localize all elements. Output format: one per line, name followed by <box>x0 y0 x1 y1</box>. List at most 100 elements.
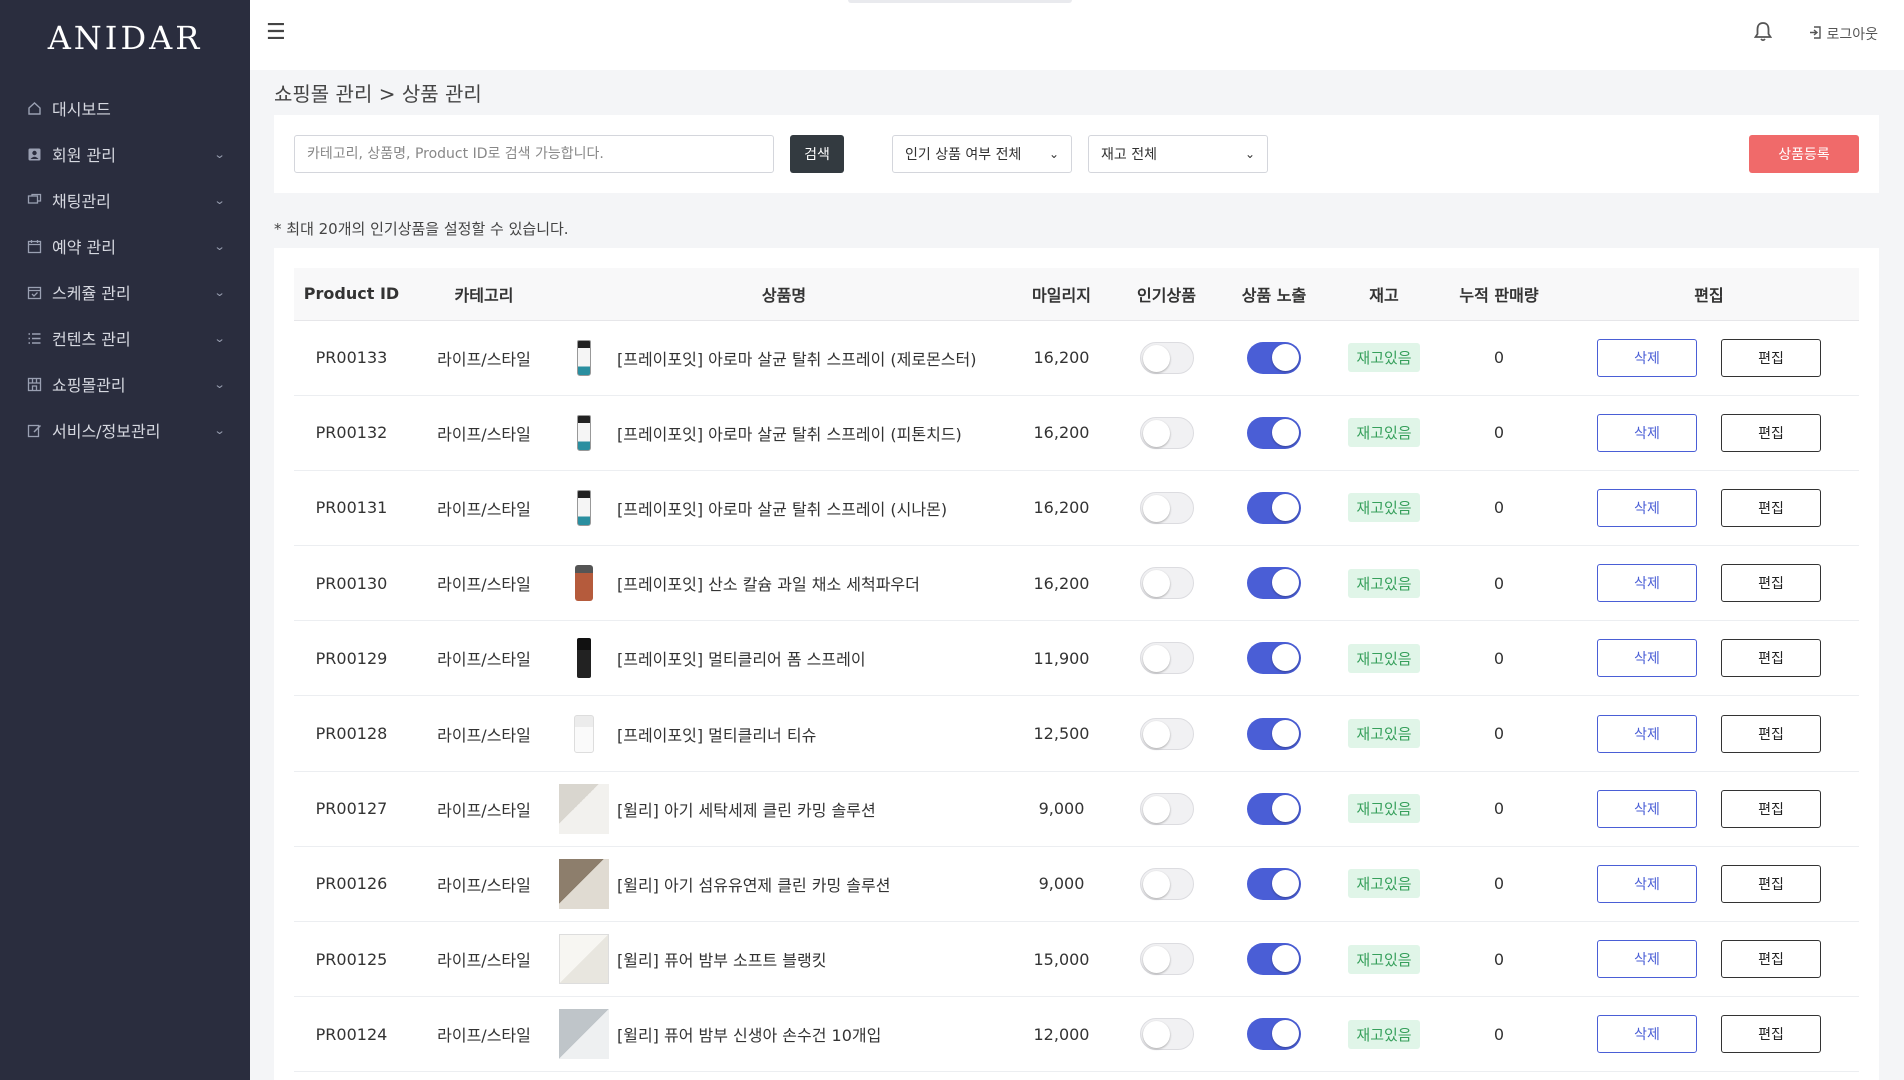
edit-button[interactable]: 편집 <box>1721 639 1821 678</box>
delete-button[interactable]: 삭제 <box>1597 1015 1697 1054</box>
edit-cell: 삭제 편집 <box>1559 620 1859 697</box>
product-name[interactable]: [윌리] 아기 섬유유연제 클린 카밍 솔루션 <box>617 872 890 896</box>
delete-button[interactable]: 삭제 <box>1597 714 1697 753</box>
delete-button[interactable]: 삭제 <box>1597 940 1697 979</box>
edit-button[interactable]: 편집 <box>1721 1015 1821 1054</box>
edit-button[interactable]: 편집 <box>1721 714 1821 753</box>
product-name-cell: [프레이포잇] 아로마 살균 탈취 스프레이 (시나몬) <box>559 470 1009 547</box>
sidebar-item-label: 서비스/정보관리 <box>52 422 161 441</box>
product-mileage: 16,200 <box>1009 320 1114 396</box>
exposure-cell <box>1219 620 1329 697</box>
table-row: PR00131 라이프/스타일 [프레이포잇] 아로마 살균 탈취 스프레이 (시나… <box>294 470 1859 547</box>
chevron-down-icon: ⌄ <box>213 423 226 437</box>
stock-cell: 재고있음 <box>1329 620 1439 697</box>
sidebar-item-members[interactable]: 회원 관리 ⌄ <box>0 131 250 177</box>
popular-cell <box>1114 395 1219 471</box>
exposure-toggle[interactable] <box>1247 1018 1301 1051</box>
edit-button[interactable]: 편집 <box>1721 940 1821 979</box>
sidebar-item-dashboard[interactable]: 대시보드 <box>0 85 250 131</box>
product-id: PR00129 <box>294 620 409 697</box>
filter-card: 검색 인기 상품 여부 전체 ⌄ 재고 전체 ⌄ 상품등록 <box>274 115 1879 193</box>
exposure-toggle[interactable] <box>1247 491 1301 524</box>
popular-toggle[interactable] <box>1139 943 1194 976</box>
edit-cell: 삭제 편집 <box>1559 695 1859 772</box>
product-name[interactable]: [프레이포잇] 멀티클리너 티슈 <box>617 722 816 746</box>
stock-cell: 재고있음 <box>1329 921 1439 998</box>
bell-icon[interactable] <box>1753 22 1773 46</box>
delete-button[interactable]: 삭제 <box>1597 639 1697 678</box>
exposure-toggle[interactable] <box>1247 943 1301 976</box>
product-name[interactable]: [윌리] 퓨어 밤부 소프트 블랭킷 <box>617 947 826 971</box>
delete-button[interactable]: 삭제 <box>1597 338 1697 377</box>
product-name-cell: [프레이포잇] 산소 칼슘 과일 채소 세척파우더 <box>559 545 1009 622</box>
popular-filter-select[interactable]: 인기 상품 여부 전체 ⌄ <box>892 135 1072 173</box>
exposure-toggle[interactable] <box>1247 717 1301 750</box>
delete-button[interactable]: 삭제 <box>1597 564 1697 603</box>
delete-button[interactable]: 삭제 <box>1597 413 1697 452</box>
search-button[interactable]: 검색 <box>790 135 844 173</box>
delete-button[interactable]: 삭제 <box>1597 789 1697 828</box>
sidebar-item-label: 예약 관리 <box>52 238 116 257</box>
sidebar-item-label: 채팅관리 <box>52 192 111 211</box>
exposure-toggle[interactable] <box>1247 416 1301 449</box>
popular-cell <box>1114 771 1219 847</box>
product-name[interactable]: [윌리] 퓨어 밤부 신생아 손수건 10개입 <box>617 1022 881 1046</box>
edit-button[interactable]: 편집 <box>1721 564 1821 603</box>
sidebar-item-schedule[interactable]: 스케쥴 관리 ⌄ <box>0 269 250 315</box>
product-category: 라이프/스타일 <box>409 996 559 1073</box>
product-name[interactable]: [프레이포잇] 아로마 살균 탈취 스프레이 (제로몬스터) <box>617 346 977 370</box>
exposure-toggle[interactable] <box>1247 642 1301 675</box>
exposure-toggle[interactable] <box>1247 792 1301 825</box>
edit-button[interactable]: 편집 <box>1721 789 1821 828</box>
edit-button[interactable]: 편집 <box>1721 488 1821 527</box>
popular-toggle[interactable] <box>1139 642 1194 675</box>
exposure-toggle[interactable] <box>1247 341 1301 374</box>
product-name[interactable]: [프레이포잇] 아로마 살균 탈취 스프레이 (시나몬) <box>617 496 947 520</box>
delete-button[interactable]: 삭제 <box>1597 488 1697 527</box>
popular-toggle[interactable] <box>1139 792 1194 825</box>
popular-toggle[interactable] <box>1139 567 1194 600</box>
popular-cell <box>1114 620 1219 697</box>
delete-button[interactable]: 삭제 <box>1597 864 1697 903</box>
sidebar-item-shop[interactable]: 쇼핑몰관리 ⌄ <box>0 361 250 407</box>
product-table-card: Product ID 카테고리 상품명 마일리지 인기상품 상품 노출 재고 누적 판매량 편집… <box>274 248 1879 1080</box>
sidebar-item-contents[interactable]: 컨텐츠 관리 ⌄ <box>0 315 250 361</box>
popular-toggle[interactable] <box>1139 717 1194 750</box>
product-name[interactable]: [프레이포잇] 산소 칼슘 과일 채소 세척파우더 <box>617 571 920 595</box>
header-product-name: 상품명 <box>559 268 1009 321</box>
exposure-toggle[interactable] <box>1247 867 1301 900</box>
product-category: 라이프/스타일 <box>409 771 559 847</box>
sidebar-item-service-info[interactable]: 서비스/정보관리 ⌄ <box>0 407 250 453</box>
product-name[interactable]: [윌리] 아기 세탁세제 클린 카밍 솔루션 <box>617 797 876 821</box>
stock-cell: 재고있음 <box>1329 771 1439 847</box>
popular-toggle[interactable] <box>1139 491 1194 524</box>
popular-toggle[interactable] <box>1139 341 1194 374</box>
stock-filter-select[interactable]: 재고 전체 ⌄ <box>1088 135 1268 173</box>
product-thumbnail <box>559 783 609 834</box>
product-thumbnail <box>559 934 609 985</box>
product-name[interactable]: [프레이포잇] 멀티클리어 폼 스프레이 <box>617 646 866 670</box>
header-product-id: Product ID <box>294 268 409 321</box>
logout-button[interactable]: 로그아웃 <box>1809 24 1878 44</box>
sidebar-item-label: 대시보드 <box>52 100 111 119</box>
edit-button[interactable]: 편집 <box>1721 338 1821 377</box>
total-sales: 0 <box>1439 545 1559 622</box>
popular-toggle[interactable] <box>1139 867 1194 900</box>
popular-filter-value: 인기 상품 여부 전체 <box>905 147 1022 163</box>
edit-cell: 삭제 편집 <box>1559 921 1859 998</box>
popular-toggle[interactable] <box>1139 416 1194 449</box>
chat-icon <box>26 192 42 208</box>
exposure-toggle[interactable] <box>1247 567 1301 600</box>
search-input[interactable] <box>294 135 774 173</box>
sidebar-item-chat[interactable]: 채팅관리 ⌄ <box>0 177 250 223</box>
edit-button[interactable]: 편집 <box>1721 413 1821 452</box>
edit-button[interactable]: 편집 <box>1721 864 1821 903</box>
register-product-button[interactable]: 상품등록 <box>1749 135 1859 173</box>
product-name[interactable]: [프레이포잇] 아로마 살균 탈취 스프레이 (피톤치드) <box>617 421 962 445</box>
hamburger-menu-icon[interactable]: ☰ <box>266 22 286 44</box>
app-logo[interactable]: ANIDAR <box>0 0 250 75</box>
total-sales: 0 <box>1439 921 1559 998</box>
sidebar-item-reservations[interactable]: 예약 관리 ⌄ <box>0 223 250 269</box>
product-category: 라이프/스타일 <box>409 846 559 923</box>
popular-toggle[interactable] <box>1139 1018 1194 1051</box>
